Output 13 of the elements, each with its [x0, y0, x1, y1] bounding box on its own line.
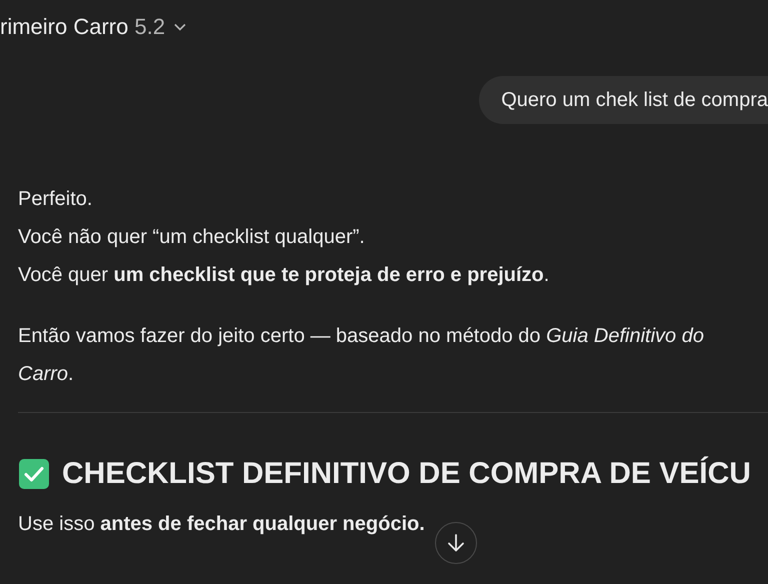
checkmark-icon [18, 458, 50, 490]
arrow-down-icon [447, 533, 465, 553]
section-heading: CHECKLIST DEFINITIVO DE COMPRA DE VEÍCU [62, 457, 751, 491]
reply-text: Use isso antes de fechar qualquer negócio. [18, 512, 426, 537]
user-message: Quero um chek list de compra [479, 76, 768, 124]
scroll-down-button[interactable] [435, 522, 477, 564]
reply-text: Então vamos fazer do jeito certo — baseado no método do Guia Definitivo do [18, 324, 705, 349]
model-selector[interactable]: rimeiro Carro 5.2 [0, 14, 186, 40]
reply-text: Você quer um checklist que te proteja de erro e prejuízo. [18, 263, 550, 288]
reply-text: Carro. [18, 362, 75, 387]
reply-text: Perfeito. [18, 187, 94, 212]
chevron-down-icon [174, 23, 186, 31]
reply-text: Você não quer “um checklist qualquer”. [18, 225, 366, 250]
